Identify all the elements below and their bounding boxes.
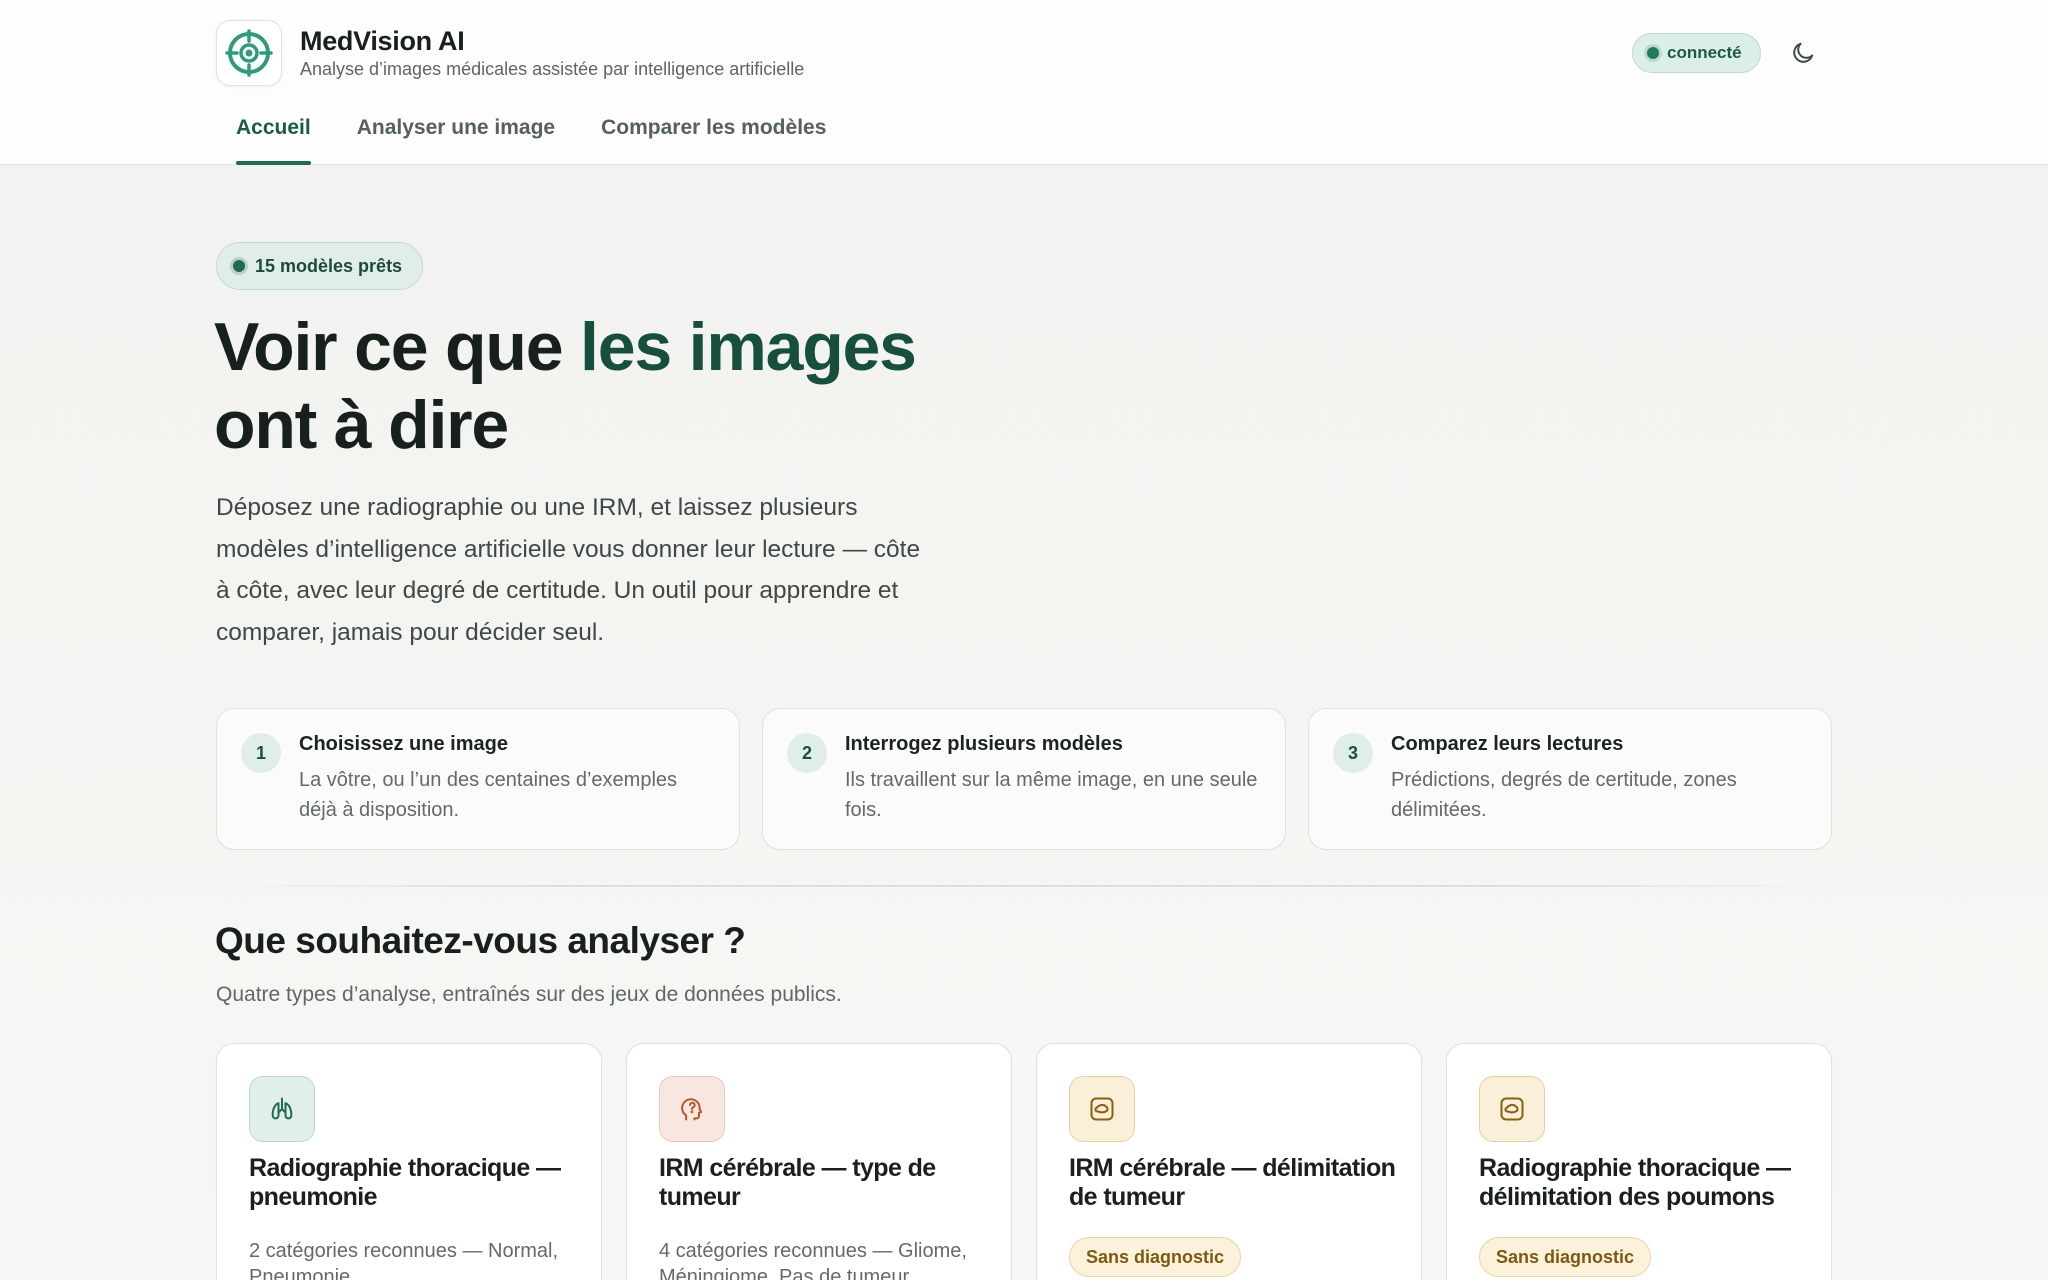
- status-label: connecté: [1667, 43, 1742, 62]
- models-ready-badge: 15 modèles prêts: [216, 242, 424, 290]
- step-card: 1 Choisissez une image La vôtre, ou l’un…: [216, 708, 740, 850]
- card-title: IRM cérébrale — type de tumeur: [659, 1154, 936, 1211]
- section-subtitle: Quatre types d’analyse, entraînés sur de…: [216, 983, 842, 1006]
- main-nav: Accueil Analyser une image Comparer les …: [216, 108, 846, 165]
- brand-subtitle: Analyse d’images médicales assistée par …: [300, 59, 805, 79]
- step-description: Ils travaillent sur la même image, en un…: [845, 769, 1258, 821]
- analysis-card-lung-segmentation[interactable]: Radiographie thoracique — délimitation d…: [1446, 1043, 1832, 1280]
- analysis-card-tumor-segmentation[interactable]: IRM cérébrale — délimitation de tumeur S…: [1036, 1043, 1422, 1280]
- hero-title-part2: ont à dire: [214, 387, 509, 463]
- hero-title-accent: les images: [580, 309, 917, 385]
- analysis-card-pneumonia[interactable]: Radiographie thoracique — pneumonie 2 ca…: [216, 1043, 602, 1280]
- step-description: Prédictions, degrés de certitude, zones …: [1391, 769, 1737, 821]
- app-header: MedVision AI Analyse d’images médicales …: [0, 0, 2048, 165]
- step-title: Comparez leurs lectures: [1391, 733, 1624, 755]
- connection-status-badge: connecté: [1632, 33, 1761, 73]
- brand[interactable]: MedVision AI Analyse d’images médicales …: [216, 20, 804, 86]
- no-diagnosis-badge: Sans diagnostic: [1069, 1237, 1242, 1277]
- step-card: 3 Comparez leurs lectures Prédictions, d…: [1308, 708, 1832, 850]
- step-number: 1: [241, 733, 281, 773]
- hero-title-part1: Voir ce que: [214, 309, 581, 385]
- ready-dot-icon: [233, 260, 245, 272]
- analysis-card-tumor-type[interactable]: IRM cérébrale — type de tumeur 4 catégor…: [626, 1043, 1012, 1280]
- card-categories: 4 catégories reconnues — Gliome, Méningi…: [659, 1240, 967, 1280]
- head-icon: [659, 1076, 725, 1142]
- hero-title: Voir ce que les images ont à dire: [214, 308, 974, 464]
- status-dot-icon: [1647, 47, 1659, 59]
- chest-scan-icon: [1479, 1076, 1545, 1142]
- step-title: Choisissez une image: [299, 733, 508, 755]
- steps-list: 1 Choisissez une image La vôtre, ou l’un…: [216, 708, 1832, 850]
- section-title: Que souhaitez-vous analyser ?: [215, 920, 746, 961]
- tab-comparer-les-modeles[interactable]: Comparer les modèles: [581, 108, 846, 165]
- step-number: 2: [787, 733, 827, 773]
- tab-analyser-une-image[interactable]: Analyser une image: [337, 108, 575, 165]
- target-icon: [216, 20, 282, 86]
- theme-toggle-button[interactable]: [1786, 36, 1820, 70]
- card-title: IRM cérébrale — délimitation de tumeur: [1069, 1154, 1396, 1211]
- card-title: Radiographie thoracique — délimitation d…: [1479, 1154, 1791, 1211]
- brand-name: MedVision AI: [300, 26, 465, 56]
- step-card: 2 Interrogez plusieurs modèles Ils trava…: [762, 708, 1286, 850]
- moon-icon: [1793, 42, 1814, 63]
- step-number: 3: [1333, 733, 1373, 773]
- lungs-icon: [249, 1076, 315, 1142]
- card-categories: 2 catégories reconnues — Normal, Pneumon…: [249, 1240, 559, 1280]
- step-title: Interrogez plusieurs modèles: [845, 733, 1123, 755]
- step-description: La vôtre, ou l’un des centaines d’exempl…: [299, 769, 678, 821]
- tab-accueil[interactable]: Accueil: [216, 108, 331, 165]
- card-title: Radiographie thoracique — pneumonie: [249, 1154, 561, 1211]
- section-divider: [216, 885, 1832, 887]
- no-diagnosis-badge: Sans diagnostic: [1479, 1237, 1652, 1277]
- analysis-types-list: Radiographie thoracique — pneumonie 2 ca…: [216, 1043, 1832, 1280]
- brain-scan-icon: [1069, 1076, 1135, 1142]
- hero-description: Déposez une radiographie ou une IRM, et …: [216, 494, 921, 646]
- models-ready-label: 15 modèles prêts: [255, 255, 403, 276]
